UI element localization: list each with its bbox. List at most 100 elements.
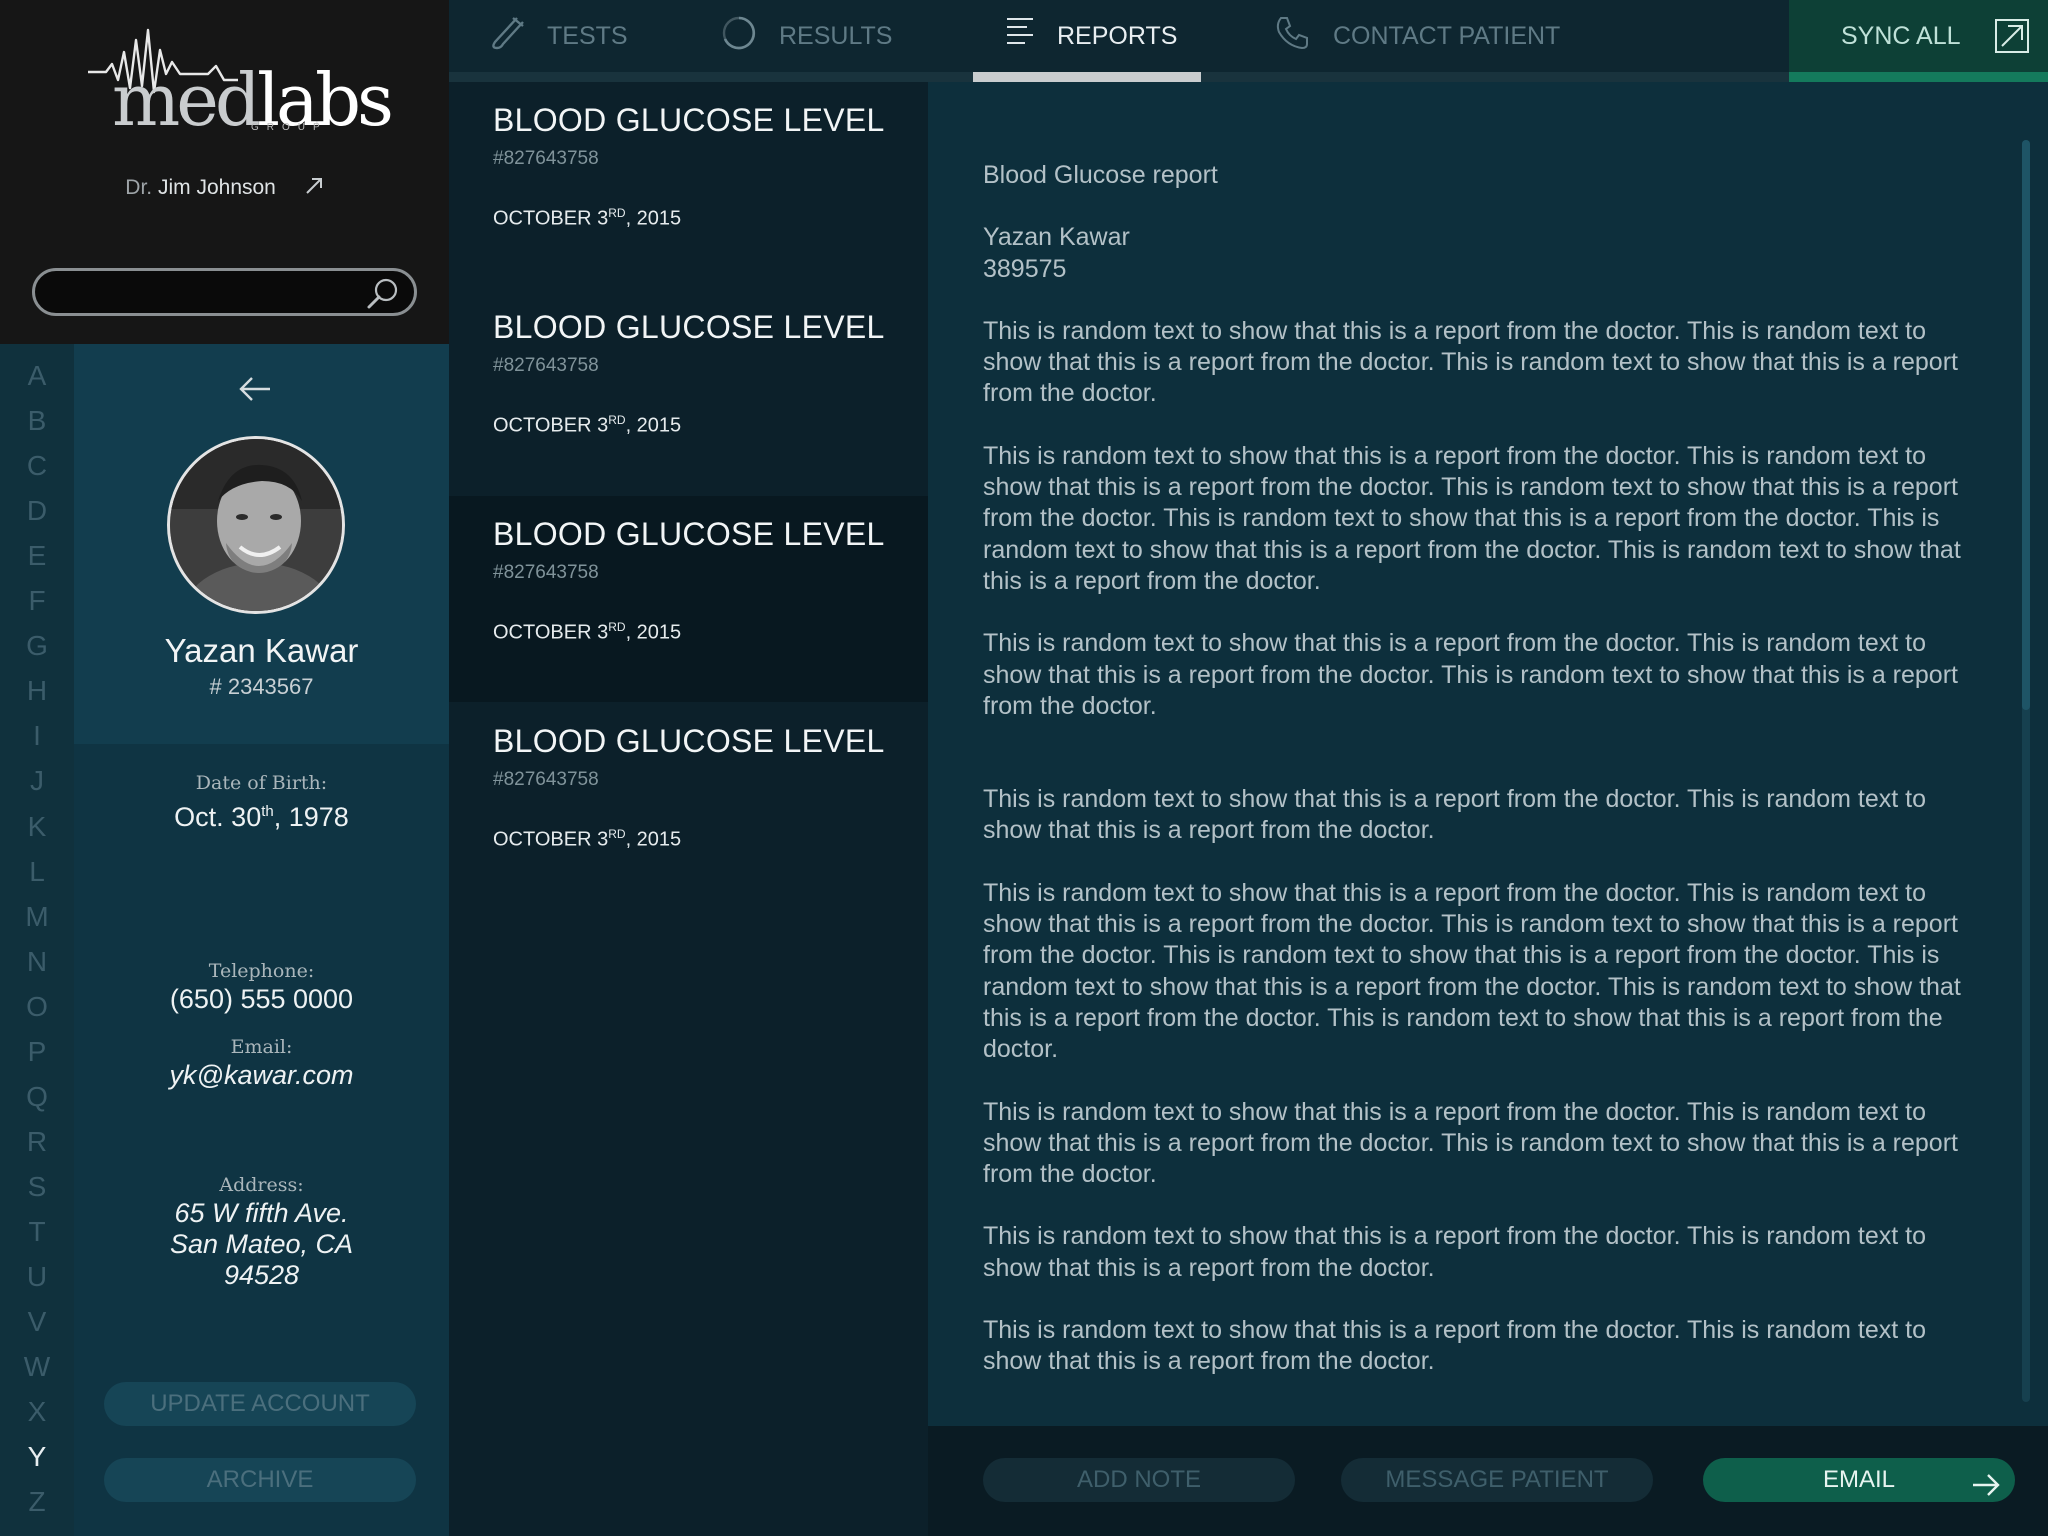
report-date: OCTOBER 3RD, 2015 xyxy=(493,413,682,437)
report-paragraph: This is random text to show that this is… xyxy=(983,316,1958,408)
alphabet-letter-m[interactable]: M xyxy=(0,902,74,931)
patient-avatar xyxy=(167,436,345,614)
tab-reports[interactable]: REPORTS xyxy=(1005,0,1177,72)
report-title: BLOOD GLUCOSE LEVEL xyxy=(493,723,885,759)
report-body: Blood Glucose report Yazan Kawar 389575 … xyxy=(983,160,1983,1409)
report-scrollbar[interactable] xyxy=(2022,140,2030,1402)
alphabet-letter-a[interactable]: A xyxy=(0,362,74,390)
progress-ring-icon xyxy=(721,15,757,58)
report-patient: Yazan Kawar 389575 xyxy=(983,222,1983,285)
alphabet-letter-b[interactable]: B xyxy=(0,407,74,435)
report-paragraph: This is random text to show that this is… xyxy=(983,1097,1958,1189)
alphabet-letter-k[interactable]: K xyxy=(0,812,74,841)
report-date: OCTOBER 3RD, 2015 xyxy=(493,206,682,230)
email-label: Email: xyxy=(230,1036,293,1058)
top-navigation: TESTS RESULTS REPORTS CONTACT PATIENT SY… xyxy=(449,0,2048,82)
external-link-icon xyxy=(304,176,324,202)
report-paragraph: This is random text to show that this is… xyxy=(983,1316,1926,1376)
telephone-label: Telephone: xyxy=(208,960,315,982)
tab-results[interactable]: RESULTS xyxy=(721,0,892,72)
document-lines-icon xyxy=(1005,16,1035,57)
add-note-button[interactable]: ADD NOTE xyxy=(983,1458,1295,1502)
alphabet-letter-o[interactable]: O xyxy=(0,992,74,1021)
alphabet-letter-h[interactable]: H xyxy=(0,677,74,705)
report-list-item[interactable]: BLOOD GLUCOSE LEVEL #827643758 OCTOBER 3RD… xyxy=(449,703,928,909)
sync-indicator xyxy=(1789,72,2048,82)
doctor-name: Jim Johnson xyxy=(157,176,276,199)
alphabet-letter-i[interactable]: I xyxy=(0,722,74,750)
email-button[interactable]: EMAIL xyxy=(1703,1458,2015,1502)
alphabet-letter-p[interactable]: P xyxy=(0,1037,74,1066)
doctor-account-link[interactable]: Dr. Jim Johnson xyxy=(0,176,449,202)
report-patient-name: Yazan Kawar xyxy=(983,223,1130,252)
back-arrow-icon[interactable] xyxy=(238,374,272,409)
report-detail: Blood Glucose report Yazan Kawar 389575 … xyxy=(928,82,2048,1426)
sync-all-button[interactable]: SYNC ALL xyxy=(1789,0,2048,82)
medlabs-logo: medlabs GROUP xyxy=(88,22,394,142)
alphabet-letter-d[interactable]: D xyxy=(0,497,74,525)
email-value[interactable]: yk@kawar.com xyxy=(74,1060,449,1091)
dob-label: Date of Birth: xyxy=(195,772,328,794)
alphabet-letter-s[interactable]: S xyxy=(0,1172,74,1201)
logo-subtitle: GROUP xyxy=(251,122,328,133)
tab-contact-patient[interactable]: CONTACT PATIENT xyxy=(1273,0,1560,72)
alphabet-letter-w[interactable]: W xyxy=(0,1353,74,1381)
report-list-item[interactable]: BLOOD GLUCOSE LEVEL #827643758 OCTOBER 3RD… xyxy=(449,496,928,702)
search-icon[interactable] xyxy=(366,277,400,316)
alphabet-letter-r[interactable]: R xyxy=(0,1127,74,1156)
report-list-item[interactable]: BLOOD GLUCOSE LEVEL #827643758 OCTOBER 3RD… xyxy=(449,289,928,495)
report-date: OCTOBER 3RD, 2015 xyxy=(493,827,682,851)
update-account-button[interactable]: UPDATE ACCOUNT xyxy=(104,1382,416,1426)
alphabet-letter-t[interactable]: T xyxy=(0,1217,74,1246)
action-bar: ADD NOTE MESSAGE PATIENT EMAIL xyxy=(928,1426,2048,1536)
report-list-item[interactable]: BLOOD GLUCOSE LEVEL #827643758 OCTOBER 3RD… xyxy=(449,82,928,288)
alphabet-letter-y[interactable]: Y xyxy=(0,1443,74,1471)
report-paragraph: This is random text to show that this is… xyxy=(983,1222,1926,1282)
report-paragraph: This is random text to show that this is… xyxy=(983,785,1926,845)
doctor-prefix: Dr. xyxy=(125,176,153,199)
report-title: BLOOD GLUCOSE LEVEL xyxy=(493,102,885,138)
alphabet-letter-q[interactable]: Q xyxy=(0,1082,74,1111)
report-id: #827643758 xyxy=(493,562,599,583)
report-id: #827643758 xyxy=(493,355,599,376)
alphabet-letter-x[interactable]: X xyxy=(0,1398,74,1426)
report-list: BLOOD GLUCOSE LEVEL #827643758 OCTOBER 3RD… xyxy=(449,82,928,1536)
message-patient-button[interactable]: MESSAGE PATIENT xyxy=(1341,1458,1653,1502)
scrollbar-thumb[interactable] xyxy=(2022,140,2030,710)
patient-id: # 2343567 xyxy=(209,674,314,699)
patient-panel: Yazan Kawar # 2343567 Date of Birth: Oct… xyxy=(74,344,449,1536)
alphabet-letter-g[interactable]: G xyxy=(0,632,74,660)
alphabet-letter-u[interactable]: U xyxy=(0,1263,74,1291)
alphabet-letter-c[interactable]: C xyxy=(0,452,74,480)
sync-arrow-icon xyxy=(1994,18,2030,59)
alphabet-letter-f[interactable]: F xyxy=(0,587,74,615)
patient-header: Yazan Kawar # 2343567 xyxy=(74,344,449,744)
archive-button[interactable]: ARCHIVE xyxy=(104,1458,416,1502)
alphabet-letter-e[interactable]: E xyxy=(0,542,74,570)
brand-panel: medlabs GROUP Dr. Jim Johnson xyxy=(0,0,449,344)
report-patient-number: 389575 xyxy=(983,254,1067,283)
report-date: OCTOBER 3RD, 2015 xyxy=(493,620,682,644)
telephone-value[interactable]: (650) 555 0000 xyxy=(74,984,449,1015)
report-title: BLOOD GLUCOSE LEVEL xyxy=(493,516,885,552)
search-input[interactable] xyxy=(53,277,353,307)
alphabet-letter-n[interactable]: N xyxy=(0,947,74,976)
alphabet-letter-j[interactable]: J xyxy=(0,767,74,795)
report-paragraph: This is random text to show that this is… xyxy=(983,629,1958,720)
alphabet-letter-z[interactable]: Z xyxy=(0,1488,74,1516)
dob-value: Oct. 30th, 1978 xyxy=(174,802,349,832)
address-label: Address: xyxy=(219,1174,304,1196)
tab-tests[interactable]: TESTS xyxy=(487,0,628,72)
alphabet-index: ABCDEFGHIJKLMNOPQRSTUVWXYZ xyxy=(0,344,74,1536)
report-id: #827643758 xyxy=(493,769,599,790)
report-paragraph: This is random text to show that this is… xyxy=(983,441,1961,595)
sync-all-label: SYNC ALL xyxy=(1841,22,1961,50)
search-box[interactable] xyxy=(32,268,417,316)
test-tube-icon xyxy=(487,14,525,59)
patient-name: Yazan Kawar xyxy=(164,632,359,669)
report-heading: Blood Glucose report xyxy=(983,161,1218,189)
alphabet-letter-l[interactable]: L xyxy=(0,857,74,886)
alphabet-letter-v[interactable]: V xyxy=(0,1308,74,1336)
address-line-2: San Mateo, CA xyxy=(169,1229,354,1259)
email-button-label: EMAIL xyxy=(1822,1466,1896,1493)
